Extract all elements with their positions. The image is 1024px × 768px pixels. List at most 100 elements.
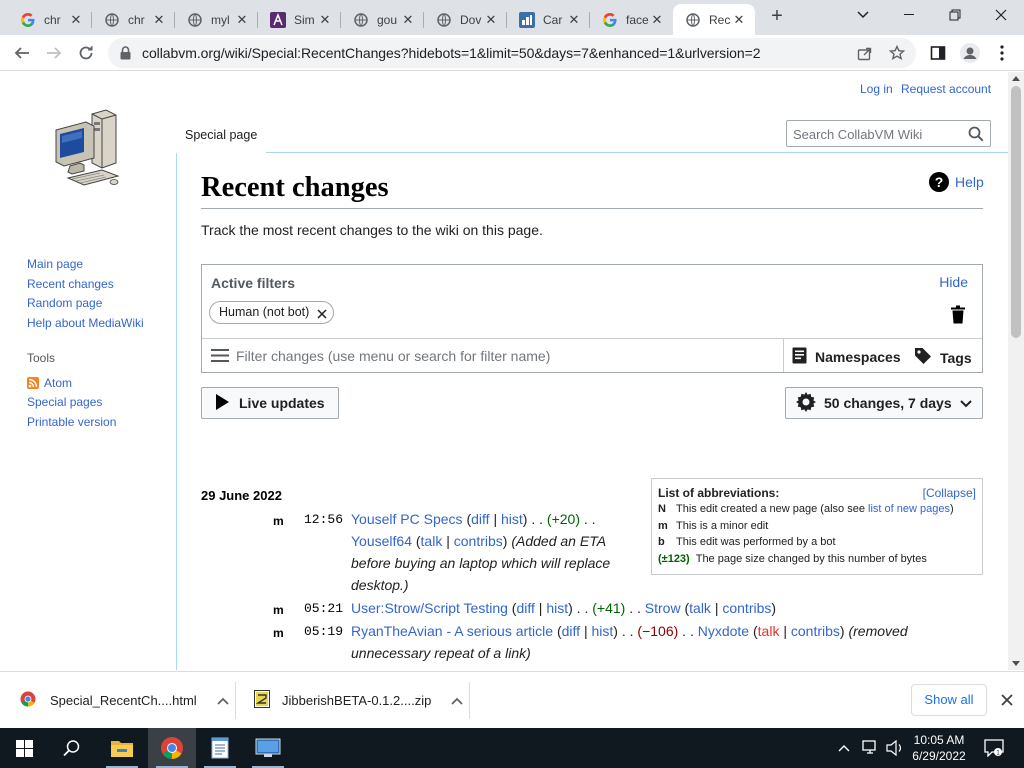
close-icon[interactable]: ✕ (68, 12, 84, 28)
back-button[interactable] (8, 39, 36, 67)
user-link[interactable]: Strow (645, 600, 681, 616)
browser-tab-4[interactable]: Sim ✕ (258, 4, 341, 35)
filter-chip[interactable]: Human (not bot) (209, 301, 335, 327)
login-link[interactable]: Log in (860, 82, 893, 96)
side-panel-button[interactable] (924, 39, 952, 67)
sidebar-item-special-pages[interactable]: Special pages (27, 395, 102, 409)
download-item[interactable]: JibberishBETA-0.1.2....zip (236, 672, 470, 729)
system-clock[interactable]: 10:05 AM 6/29/2022 (906, 732, 972, 764)
close-window-button[interactable] (978, 0, 1024, 30)
browser-tab-5[interactable]: gou ✕ (341, 4, 424, 35)
scroll-down-icon[interactable] (1012, 661, 1020, 666)
live-updates-button[interactable]: Live updates (201, 387, 339, 419)
remote-desktop-icon[interactable] (244, 728, 292, 768)
file-explorer-icon[interactable] (98, 728, 146, 768)
browser-tab-2[interactable]: chr ✕ (92, 4, 175, 35)
tags-button[interactable]: Tags (914, 347, 972, 368)
contribs-link[interactable]: contribs (722, 600, 771, 616)
close-icon[interactable]: ✕ (400, 12, 416, 28)
close-icon[interactable]: ✕ (566, 12, 582, 28)
browser-tab-1[interactable]: chr ✕ (8, 4, 92, 35)
profile-avatar-icon[interactable] (956, 39, 984, 67)
filter-search-input[interactable]: Filter changes (use menu or search for f… (236, 348, 550, 364)
search-icon[interactable] (968, 126, 984, 147)
contribs-link[interactable]: contribs (454, 533, 503, 549)
url-text[interactable]: collabvm.org/wiki/Special:RecentChanges?… (142, 45, 761, 61)
close-icon[interactable]: ✕ (483, 12, 499, 28)
browser-tab-active[interactable]: Rec ✕ (673, 4, 755, 35)
restore-button[interactable] (932, 0, 978, 30)
help-link[interactable]: ? Help (929, 172, 984, 192)
page-link[interactable]: User:Strow/Script Testing (351, 600, 508, 616)
show-all-downloads-button[interactable]: Show all (911, 684, 987, 716)
close-icon[interactable]: ✕ (731, 12, 747, 28)
sidebar-item-atom[interactable]: Atom (44, 376, 72, 390)
bookmark-star-icon[interactable] (888, 44, 906, 62)
trash-icon[interactable] (950, 305, 966, 329)
diff-link[interactable]: diff (562, 623, 580, 639)
reload-button[interactable] (72, 39, 100, 67)
minimize-button[interactable] (886, 0, 932, 30)
sidebar-item-recent-changes[interactable]: Recent changes (27, 277, 114, 291)
address-bar[interactable]: collabvm.org/wiki/Special:RecentChanges?… (108, 38, 916, 68)
search-input[interactable]: Search CollabVM Wiki (786, 120, 991, 147)
notepad-icon[interactable] (196, 728, 244, 768)
download-item[interactable]: Special_RecentCh....html (0, 672, 236, 729)
browser-tab-3[interactable]: myl ✕ (175, 4, 258, 35)
browser-tab-8[interactable]: face ✕ (590, 4, 673, 35)
close-icon[interactable]: ✕ (234, 12, 250, 28)
namespaces-button[interactable]: Namespaces (792, 347, 901, 367)
scroll-up-icon[interactable] (1012, 76, 1020, 81)
page-scrollbar[interactable] (1008, 72, 1024, 670)
chevron-up-icon[interactable] (217, 693, 229, 708)
sidebar-item-main-page[interactable]: Main page (27, 257, 83, 271)
talk-link[interactable]: talk (689, 600, 711, 616)
browser-tab-6[interactable]: Dov ✕ (424, 4, 507, 35)
tab-special-page[interactable]: Special page (176, 116, 266, 153)
hist-link[interactable]: hist (501, 511, 523, 527)
lock-icon[interactable] (120, 46, 131, 65)
scrollbar-thumb[interactable] (1011, 86, 1021, 338)
diff-link[interactable]: diff (516, 600, 534, 616)
hide-filters-link[interactable]: Hide (939, 274, 968, 290)
talk-link[interactable]: talk (758, 623, 780, 639)
windows-start-icon[interactable] (0, 728, 48, 768)
sidebar-item-printable-version[interactable]: Printable version (27, 415, 116, 429)
search-icon[interactable] (48, 728, 96, 768)
share-icon[interactable] (856, 44, 874, 62)
tab-search-button[interactable] (840, 0, 886, 30)
close-icon[interactable] (997, 690, 1017, 710)
sidebar-item-random-page[interactable]: Random page (27, 296, 102, 310)
volume-icon[interactable] (886, 728, 904, 768)
chevron-up-icon[interactable] (451, 693, 463, 708)
new-pages-link[interactable]: list of new pages (868, 503, 950, 515)
site-logo[interactable] (50, 108, 126, 194)
page-link[interactable]: RyanTheAvian - A serious article (351, 623, 553, 639)
hist-link[interactable]: hist (546, 600, 568, 616)
page-viewport: Log in Request account Main page Recent … (0, 72, 1024, 670)
diff-link[interactable]: diff (471, 511, 489, 527)
page-link[interactable]: Youself PC Specs (351, 511, 463, 527)
close-icon[interactable]: ✕ (317, 12, 333, 28)
collapse-link[interactable]: [Collapse] (923, 486, 976, 500)
chrome-taskbar-icon[interactable] (148, 728, 196, 768)
show-hidden-icons-icon[interactable] (838, 728, 850, 768)
browser-tab-7[interactable]: Car ✕ (507, 4, 590, 35)
talk-link[interactable]: talk (421, 533, 443, 549)
contribs-link[interactable]: contribs (791, 623, 840, 639)
new-tab-button[interactable]: + (766, 6, 788, 28)
close-icon[interactable]: ✕ (151, 12, 167, 28)
browser-menu-icon[interactable] (988, 39, 1016, 67)
network-icon[interactable] (862, 728, 880, 768)
user-link[interactable]: Nyxdote (698, 623, 749, 639)
forward-button[interactable] (40, 39, 68, 67)
close-icon[interactable]: ✕ (649, 12, 665, 28)
changes-limit-button[interactable]: 50 changes, 7 days (785, 387, 983, 419)
user-link[interactable]: Youself64 (351, 533, 412, 549)
hist-link[interactable]: hist (592, 623, 614, 639)
menu-icon[interactable] (211, 348, 229, 368)
notifications-icon[interactable]: 1 (984, 728, 1004, 768)
sidebar-item-help[interactable]: Help about MediaWiki (27, 316, 144, 330)
request-account-link[interactable]: Request account (901, 82, 991, 96)
remove-filter-icon[interactable] (316, 306, 328, 327)
